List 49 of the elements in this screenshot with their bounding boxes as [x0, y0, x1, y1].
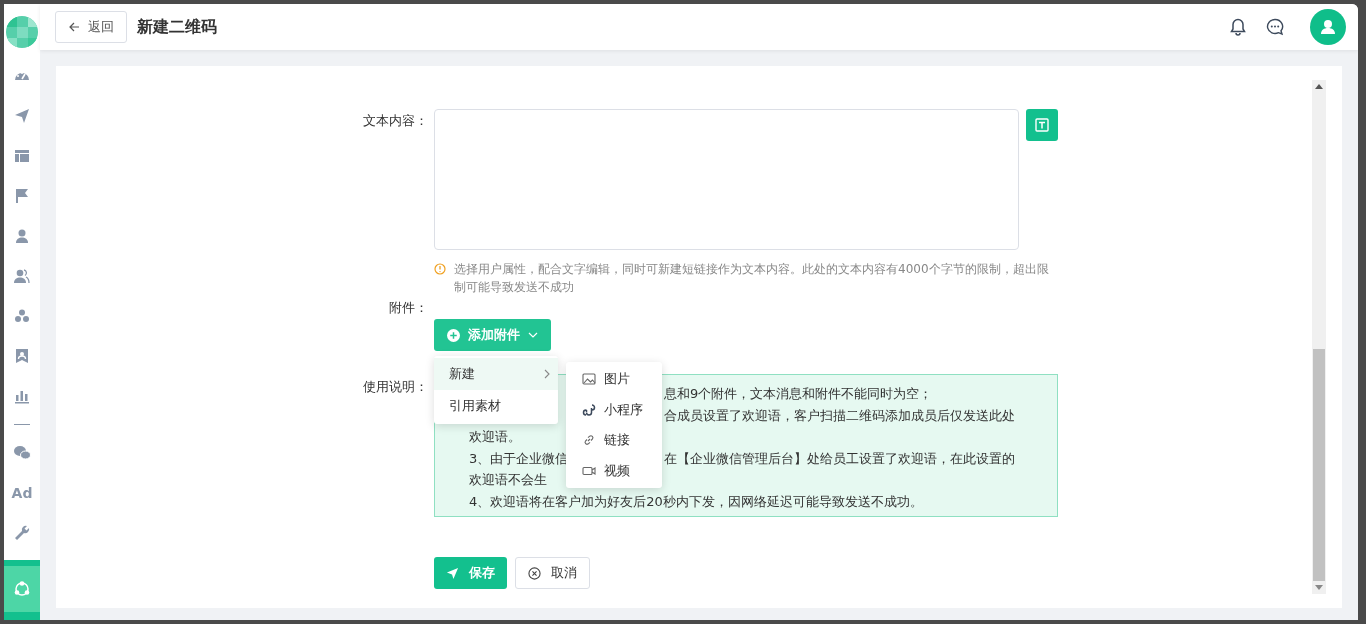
cubes-icon: [13, 307, 31, 325]
cancel-button[interactable]: 取消: [515, 557, 590, 589]
field-label: 附件：: [388, 299, 429, 317]
submenu-item[interactable]: 图片: [566, 364, 662, 395]
submenu-item[interactable]: 视频: [566, 455, 662, 486]
menu-item[interactable]: 新建: [434, 358, 558, 390]
note-text: 合成员设置了欢迎语，客户扫描二维码添加成员后仅发送此处: [664, 406, 1015, 425]
send-icon: [13, 107, 31, 125]
field-label: 文本内容：: [362, 112, 429, 130]
chat-icon[interactable]: [1266, 18, 1284, 36]
submenu-item[interactable]: 小程序: [566, 394, 662, 425]
note-text: 4、欢迎语将在客户加为好友后20秒内下发，因网络延迟可能导致发送不成功。: [469, 492, 923, 511]
bell-icon[interactable]: [1230, 18, 1246, 36]
link-icon: [582, 433, 596, 448]
logo-icon: [6, 16, 38, 48]
hint-text: 选择用户属性，配合文字编辑，同时可新建短链接作为文本内容。此处的文本内容有4000个字节的限制，超出限制可能导致发送不成功: [454, 261, 1050, 296]
plus-circle-icon: [447, 328, 460, 342]
note-text: 欢迎语不会生: [469, 471, 547, 489]
menu-item[interactable]: 引用素材: [434, 390, 558, 422]
note-text: 欢迎语。: [469, 428, 521, 446]
field-label: 使用说明：: [362, 378, 429, 396]
chevron-down-icon: [528, 332, 538, 338]
text-content-field[interactable]: [434, 109, 1019, 250]
send-icon: [446, 566, 459, 580]
badge-icon: [13, 347, 31, 365]
submenu-item[interactable]: 链接: [566, 425, 662, 456]
scroll-up-icon[interactable]: [1315, 84, 1323, 89]
close-circle-icon: [528, 566, 541, 580]
avatar-icon[interactable]: [1310, 9, 1346, 45]
arrow-left-icon: [68, 21, 80, 33]
text-format-button[interactable]: [1026, 109, 1058, 141]
users-icon: [13, 267, 31, 285]
layout-icon: [13, 147, 31, 165]
scrollbar[interactable]: [1312, 80, 1326, 594]
flag-icon: [13, 187, 31, 205]
chat-bubbles-icon: [13, 444, 31, 462]
warning-icon: [434, 263, 446, 275]
scroll-down-icon[interactable]: [1315, 585, 1323, 590]
scroll-thumb[interactable]: [1313, 349, 1325, 581]
sidebar-item[interactable]: [4, 560, 40, 620]
page-title: 新建二维码: [137, 16, 217, 38]
user-icon: [13, 227, 31, 245]
note-text: 息和9个附件，文本消息和附件不能同时为空；: [664, 385, 933, 403]
note-text: 在【企业微信管理后台】处给员工设置了欢迎语，在此设置的: [664, 449, 1015, 468]
image-icon: [582, 372, 596, 387]
back-button[interactable]: 返回: [55, 11, 127, 43]
wrench-icon: [13, 524, 31, 542]
network-icon: [13, 580, 31, 598]
text-icon: [1035, 118, 1049, 132]
